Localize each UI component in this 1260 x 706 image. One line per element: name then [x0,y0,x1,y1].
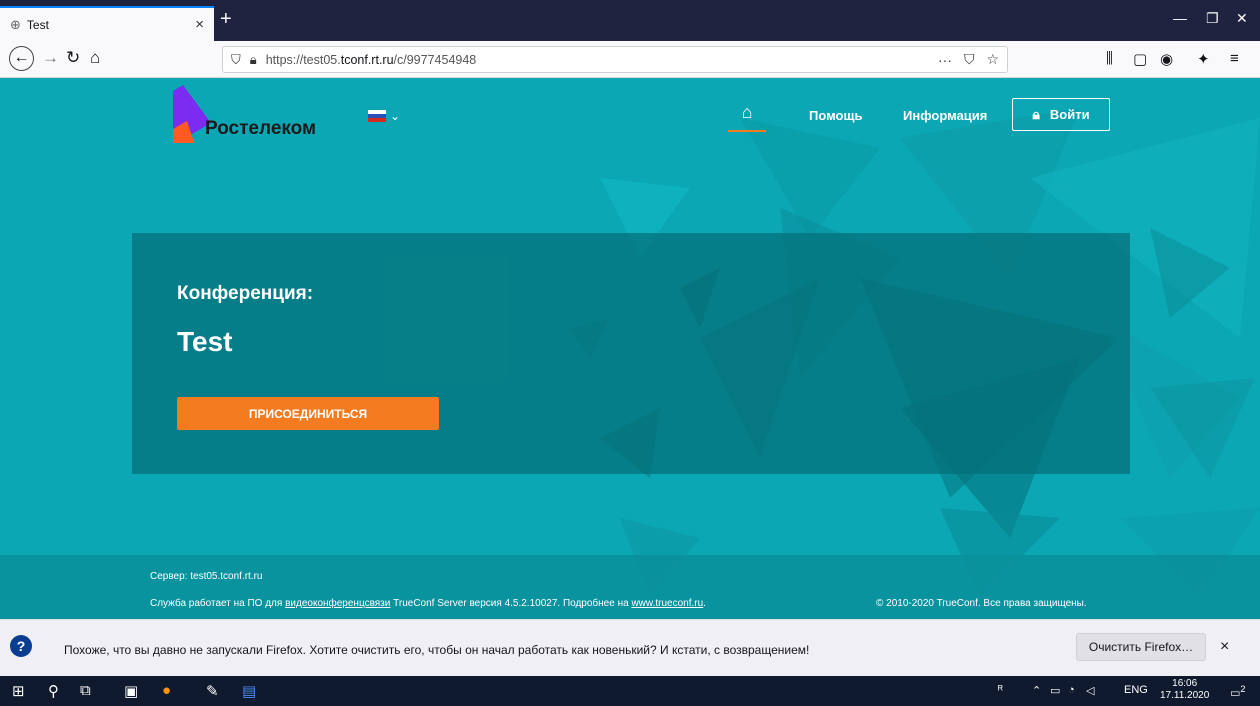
volume-icon[interactable]: ◁ [1086,684,1094,697]
url-text[interactable]: https://test05.tconf.rt.ru/c/9977454948 [266,53,926,67]
chevron-up-icon[interactable]: ⌃ [1032,684,1041,697]
bookmark-star-icon[interactable]: ☆ [986,51,999,68]
people-icon[interactable]: ᴿ [998,684,1003,696]
app-icon[interactable]: ▣ [124,682,138,700]
copyright-text: © 2010-2020 TrueConf. Все права защищены… [876,598,1087,609]
lock-icon[interactable]: 🔒︎ [250,52,257,68]
sidebar-icon[interactable]: ▢ [1133,50,1147,68]
language-selector[interactable]: ⌄ [368,109,400,123]
firefox-notification-bar: ? Похоже, что вы давно не запускали Fire… [0,619,1260,676]
input-language[interactable]: ENG [1124,684,1148,696]
conference-page: Ростелеком ⌄ ⌂ Помощь Информация 🔒︎ Войт… [0,78,1260,619]
browser-nav-bar: ← → ↻ ⌂ ⛉ 🔒︎ https://test05.tconf.rt.ru/… [0,41,1260,78]
reload-icon[interactable]: ↻ [66,48,80,68]
home-icon[interactable]: ⌂ [90,48,100,68]
network-icon[interactable]: ◔ [1068,684,1075,696]
chevron-down-icon: ⌄ [390,109,401,123]
login-label: Войти [1049,107,1090,122]
clock[interactable]: 16:06 17.11.2020 [1160,678,1209,702]
menu-icon[interactable]: ≡ [1230,50,1239,67]
browser-tab-test[interactable]: ⊕ Test × [0,6,214,41]
page-footer: Сервер: test05.tconf.rt.ru Служба работа… [0,555,1260,619]
extensions-icon[interactable]: ✦ [1197,50,1210,68]
library-icon[interactable]: ⫼ [1106,50,1113,67]
nav-home-icon[interactable]: ⌂ [728,102,766,132]
task-view-icon[interactable]: ⧉ [80,682,91,699]
server-info: Сервер: test05.tconf.rt.ru [150,571,263,582]
logo-text[interactable]: Ростелеком [205,118,316,140]
battery-icon[interactable]: ▭ [1050,684,1060,697]
nav-info-link[interactable]: Информация [903,108,987,123]
nav-help-link[interactable]: Помощь [809,108,862,123]
join-button[interactable]: ПРИСОЕДИНИТЬСЯ [177,397,439,430]
tracking-shield-icon[interactable]: ⛉ [231,52,241,68]
service-info: Служба работает на ПО для видеоконференц… [150,598,706,609]
video-conferencing-link[interactable]: видеоконференцсвязи [285,598,390,609]
paint-icon[interactable]: ✎ [206,682,219,700]
conference-card: Конференция: Test ПРИСОЕДИНИТЬСЯ [132,233,1130,474]
back-arrow-icon[interactable]: ← [9,46,34,71]
russia-flag-icon [368,110,386,122]
firefox-icon[interactable]: ● [162,682,171,699]
notification-close-button[interactable]: × [1220,638,1229,656]
question-icon: ? [10,635,32,657]
login-button[interactable]: 🔒︎ Войти [1012,98,1110,131]
tab-close-button[interactable]: × [195,16,204,33]
conference-title: Test [177,326,233,357]
url-bar[interactable]: ⛉ 🔒︎ https://test05.tconf.rt.ru/c/997745… [222,46,1008,73]
trueconf-link[interactable]: www.trueconf.ru [631,598,703,609]
window-minimize-button[interactable]: — [1173,10,1187,26]
search-icon[interactable]: ⚲ [48,682,59,700]
new-tab-button[interactable]: + [220,8,232,31]
windows-start-icon[interactable]: ⊞ [12,682,25,700]
forward-arrow-icon[interactable]: → [42,48,59,68]
action-center-icon[interactable]: ▭2 [1230,684,1246,700]
pocket-icon[interactable]: ⛉ [964,51,975,68]
page-actions-button[interactable]: ··· [938,52,952,68]
browser-tab-bar: ⊕ Test × + — ❐ ✕ [0,0,1260,41]
account-icon[interactable]: ◉ [1160,50,1173,68]
word-icon[interactable]: ▤ [242,682,256,700]
window-close-button[interactable]: ✕ [1236,10,1248,27]
windows-taskbar: ⊞ ⚲ ⧉ ▣ ● ✎ ▤ ᴿ ⌃ ▭ ◔ ◁ ENG 16:06 17.11.… [0,676,1260,706]
conference-label: Конференция: [177,283,314,304]
notification-text: Похоже, что вы давно не запускали Firefo… [64,643,810,657]
window-restore-button[interactable]: ❐ [1206,10,1219,27]
globe-icon: ⊕ [10,16,21,32]
refresh-firefox-button[interactable]: Очистить Firefox… [1076,633,1206,661]
lock-icon: 🔒︎ [1032,106,1040,122]
tab-title: Test [26,17,49,32]
